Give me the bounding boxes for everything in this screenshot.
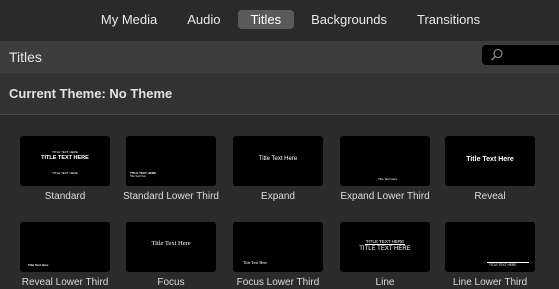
preview-main-text: Title Text Here	[258, 156, 298, 162]
title-tile-focus-lower-third[interactable]: Title Text Here	[233, 222, 323, 272]
title-label-standard-lower-third: Standard Lower Third	[123, 191, 219, 202]
title-label-reveal: Reveal	[474, 191, 506, 202]
preview-sub-text: Title Text Here	[130, 175, 146, 178]
preview-main-text: Title Text Here	[466, 156, 514, 163]
tab-audio[interactable]: Audio	[174, 10, 233, 29]
titles-header: Titles	[0, 41, 559, 73]
current-theme-row: Current Theme: No Theme	[0, 73, 559, 115]
title-tile-expand-lower-third[interactable]: Title Text Here	[340, 136, 430, 186]
media-tab-bar: My Media Audio Titles Backgrounds Transi…	[0, 0, 559, 38]
search-input[interactable]	[482, 45, 559, 65]
preview-main-text: TITLE TEXT HERE	[489, 263, 517, 267]
tab-backgrounds[interactable]: Backgrounds	[298, 10, 400, 29]
title-tile-reveal[interactable]: Title Text Here	[445, 136, 535, 186]
title-label-standard: Standard	[44, 191, 86, 202]
preview-sub-text: TITLE TEXT HERE	[52, 171, 78, 175]
title-tile-standard[interactable]: TITLE TEXT HERE TITLE TEXT HERE TITLE TE…	[20, 136, 110, 186]
preview-main-text: Title Text Here	[243, 260, 268, 265]
title-label-expand: Expand	[261, 191, 295, 202]
title-label-focus-lower-third: Focus Lower Third	[236, 277, 320, 288]
title-tile-expand[interactable]: Title Text Here	[233, 136, 323, 186]
preview-main-text: Title Text Here	[28, 263, 49, 267]
tab-my-media[interactable]: My Media	[88, 10, 170, 29]
tab-titles[interactable]: Titles	[237, 9, 295, 29]
title-tile-focus[interactable]: Title Text Here	[126, 222, 216, 272]
preview-main-text: TITLE TEXT HERE	[359, 246, 411, 252]
preview-main-text: TITLE TEXT HERE	[41, 155, 89, 161]
current-theme-label: Current Theme: No Theme	[9, 86, 173, 101]
page-title: Titles	[9, 49, 42, 65]
preview-top-text: TITLE TEXT HERE	[52, 150, 78, 154]
preview-main-text: Title Text Here	[378, 177, 398, 181]
title-tile-reveal-lower-third[interactable]: Title Text Here	[20, 222, 110, 272]
title-label-expand-lower-third: Expand Lower Third	[340, 191, 430, 202]
tab-transitions[interactable]: Transitions	[404, 10, 493, 29]
title-tile-standard-lower-third[interactable]: TITLE TEXT HERE Title Text Here	[126, 136, 216, 186]
preview-divider-line	[365, 244, 405, 245]
titles-grid: TITLE TEXT HERE TITLE TEXT HERE TITLE TE…	[0, 116, 559, 288]
title-label-line: Line	[375, 277, 395, 288]
title-label-focus: Focus	[157, 277, 185, 288]
title-tile-line-lower-third[interactable]: TITLE TEXT HERE	[445, 222, 535, 272]
title-label-reveal-lower-third: Reveal Lower Third	[21, 277, 109, 288]
media-tabs: My Media Audio Titles Backgrounds Transi…	[86, 9, 495, 29]
preview-main-text: Title Text Here	[151, 240, 191, 247]
title-label-line-lower-third: Line Lower Third	[452, 277, 528, 288]
search-icon	[491, 48, 503, 61]
title-tile-line[interactable]: TITLE TEXT HERE TITLE TEXT HERE	[340, 222, 430, 272]
